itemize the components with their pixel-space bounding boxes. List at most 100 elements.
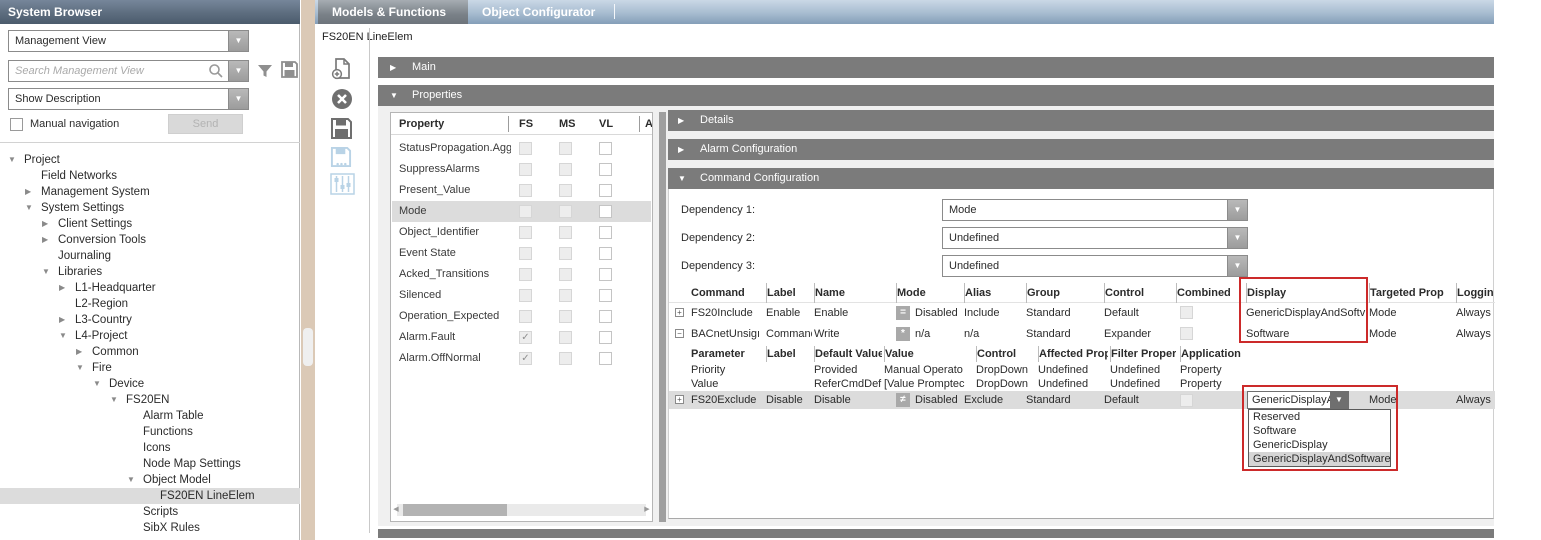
property-row[interactable]: SuppressAlarms	[392, 159, 651, 180]
tree-expand-icon[interactable]: ▼	[59, 328, 75, 344]
tree-item-libraries[interactable]: ▼Libraries	[0, 264, 300, 280]
tree-item-fs20en[interactable]: ▼FS20EN	[0, 392, 300, 408]
tree-item-client-settings[interactable]: ▶Client Settings	[0, 216, 300, 232]
section-properties[interactable]: ▼ Properties	[378, 85, 1494, 106]
ms-checkbox[interactable]	[559, 184, 572, 197]
tree-expand-icon[interactable]: ▼	[8, 152, 24, 168]
expand-icon[interactable]: +	[675, 395, 684, 404]
column-header-clipped[interactable]: A	[645, 113, 652, 135]
fs-checkbox[interactable]	[519, 289, 532, 302]
expanded-arrow-icon[interactable]: ▼	[390, 85, 398, 106]
vl-checkbox[interactable]	[599, 289, 612, 302]
dropdown-arrow-button[interactable]: ▼	[1227, 200, 1247, 220]
parameter-row-priority[interactable]: Priority Provided Manual Operato DropDow…	[669, 363, 1495, 377]
expand-icon[interactable]: +	[675, 308, 684, 317]
fs-checkbox[interactable]	[519, 226, 532, 239]
column-header-group[interactable]: Group	[1026, 283, 1102, 303]
tree-expand-icon[interactable]: ▼	[93, 376, 109, 392]
column-header-vl[interactable]: VL	[599, 113, 613, 135]
section-alarm-configuration[interactable]: ▶ Alarm Configuration	[668, 139, 1494, 160]
send-button[interactable]: Send	[168, 114, 243, 134]
tree-item-sibx-rules[interactable]: SibX Rules	[0, 520, 300, 536]
vertical-scrollbar[interactable]	[659, 112, 666, 522]
fs-checkbox[interactable]: ✓	[519, 352, 532, 365]
vl-checkbox[interactable]	[599, 352, 612, 365]
tree-expand-icon[interactable]: ▶	[76, 344, 92, 360]
ms-checkbox[interactable]	[559, 268, 572, 281]
fs-checkbox[interactable]	[519, 268, 532, 281]
column-header-logging[interactable]: Logging	[1456, 283, 1494, 303]
collapsed-arrow-icon[interactable]: ▶	[678, 110, 684, 131]
tree-item-node-map-settings[interactable]: Node Map Settings	[0, 456, 300, 472]
vl-checkbox[interactable]	[599, 163, 612, 176]
tree-item-field-networks[interactable]: Field Networks	[0, 168, 300, 184]
save-icon[interactable]	[330, 117, 356, 143]
command-row-fs20include[interactable]: + FS20Include Enable Enable = Disabled I…	[669, 303, 1495, 323]
column-header-targeted-prop[interactable]: Targeted Prop	[1369, 283, 1454, 303]
settings-sliders-icon-disabled[interactable]	[330, 172, 356, 198]
vl-checkbox[interactable]	[599, 226, 612, 239]
save-filter-icon[interactable]	[280, 60, 299, 79]
column-header-default-value[interactable]: Default Value	[814, 346, 882, 362]
tree-item-common[interactable]: ▶Common	[0, 344, 300, 360]
property-row[interactable]: Object_Identifier	[392, 222, 651, 243]
dropdown-arrow-button[interactable]: ▼	[1227, 256, 1247, 276]
tree-item-alarm-table[interactable]: Alarm Table	[0, 408, 300, 424]
new-document-icon[interactable]	[330, 57, 356, 83]
tree-item-scripts[interactable]: Scripts	[0, 504, 300, 520]
tree-item-l1-headquarter[interactable]: ▶L1-Headquarter	[0, 280, 300, 296]
tree-expand-icon[interactable]: ▼	[25, 200, 41, 216]
ms-checkbox[interactable]	[559, 310, 572, 323]
dependency-3-dropdown[interactable]: Undefined ▼	[942, 255, 1248, 277]
fs-checkbox[interactable]	[519, 247, 532, 260]
vl-checkbox[interactable]	[599, 331, 612, 344]
combined-checkbox[interactable]	[1180, 327, 1193, 340]
tree-expand-icon[interactable]: ▶	[42, 216, 58, 232]
column-header-combined[interactable]: Combined	[1176, 283, 1244, 303]
panel-splitter[interactable]	[301, 0, 315, 540]
tree-expand-icon[interactable]: ▶	[59, 312, 75, 328]
tree-expand-icon[interactable]: ▶	[42, 232, 58, 248]
property-row[interactable]: Silenced	[392, 285, 651, 306]
section-command-configuration[interactable]: ▼ Command Configuration	[668, 168, 1494, 189]
vl-checkbox[interactable]	[599, 205, 612, 218]
tree-item-system-settings[interactable]: ▼System Settings	[0, 200, 300, 216]
scroll-left-icon[interactable]: ◀	[391, 504, 401, 516]
tree-item-project[interactable]: ▼Project	[0, 152, 300, 168]
fs-checkbox[interactable]	[519, 163, 532, 176]
tab-object-configurator[interactable]: Object Configurator	[468, 0, 614, 24]
tree-item-l2-region[interactable]: L2-Region	[0, 296, 300, 312]
scroll-right-icon[interactable]: ▶	[642, 504, 652, 516]
tree-item-l3-country[interactable]: ▶L3-Country	[0, 312, 300, 328]
collapsed-arrow-icon[interactable]: ▶	[390, 57, 396, 78]
tree-item-icons[interactable]: Icons	[0, 440, 300, 456]
property-row[interactable]: Operation_Expected	[392, 306, 651, 327]
description-selector-arrow-button[interactable]: ▼	[228, 89, 248, 109]
ms-checkbox[interactable]	[559, 247, 572, 260]
combined-checkbox[interactable]	[1180, 306, 1193, 319]
dropdown-arrow-button[interactable]: ▼	[1227, 228, 1247, 248]
section-main[interactable]: ▶ Main	[378, 57, 1494, 78]
fs-checkbox[interactable]	[519, 310, 532, 323]
property-row[interactable]: Alarm.OffNormal✓	[392, 348, 651, 369]
ms-checkbox[interactable]	[559, 163, 572, 176]
combined-checkbox[interactable]	[1180, 394, 1193, 407]
vl-checkbox[interactable]	[599, 247, 612, 260]
tree-expand-icon[interactable]: ▼	[110, 392, 126, 408]
ms-checkbox[interactable]	[559, 142, 572, 155]
tree-item-management-system[interactable]: ▶Management System	[0, 184, 300, 200]
tree-item-functions[interactable]: Functions	[0, 424, 300, 440]
ms-checkbox[interactable]	[559, 352, 572, 365]
search-icon[interactable]	[208, 63, 224, 79]
tree-expand-icon[interactable]: ▼	[127, 472, 143, 488]
tree-expand-icon[interactable]: ▼	[76, 360, 92, 376]
column-header-label[interactable]: Label	[766, 346, 812, 362]
ms-checkbox[interactable]	[559, 205, 572, 218]
property-row[interactable]: StatusPropagation.Aggregat	[392, 138, 651, 159]
column-header-affected-properties[interactable]: Affected Prop	[1038, 346, 1108, 362]
vl-checkbox[interactable]	[599, 184, 612, 197]
vl-checkbox[interactable]	[599, 268, 612, 281]
tree-expand-icon[interactable]: ▼	[42, 264, 58, 280]
column-header-fs[interactable]: FS	[519, 113, 533, 135]
tree-item-fire[interactable]: ▼Fire	[0, 360, 300, 376]
